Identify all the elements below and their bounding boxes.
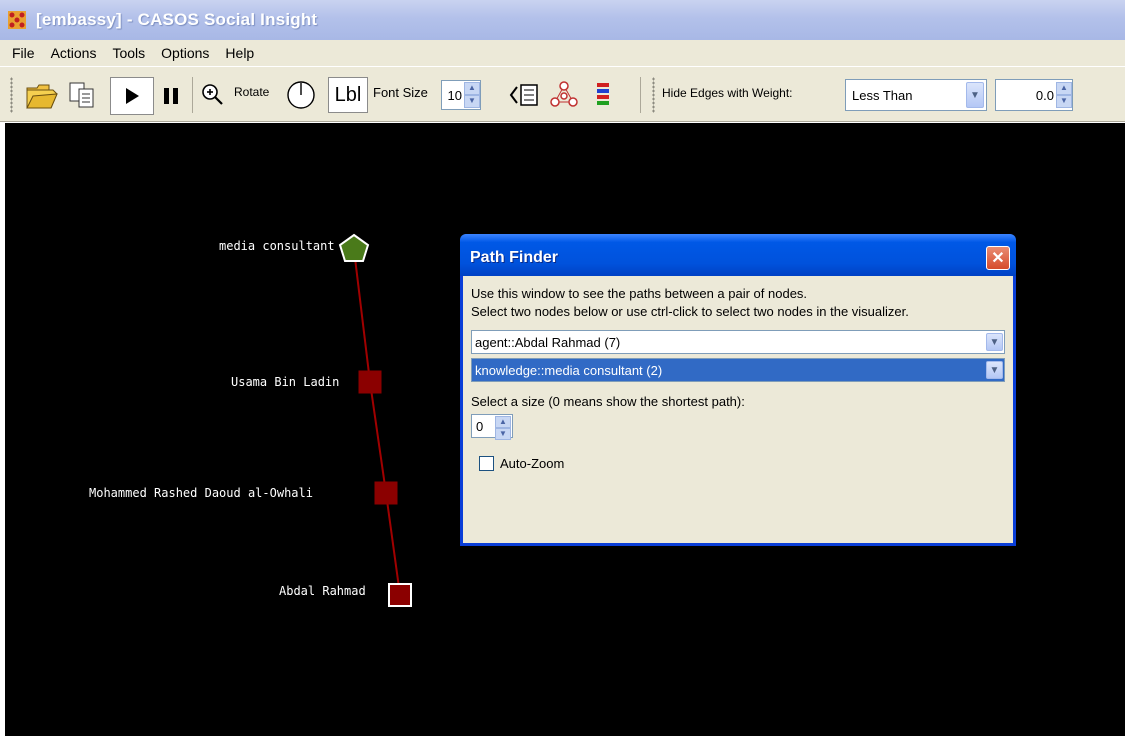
spin-up-icon[interactable]: ▲ [495,416,511,428]
instruction-text: Use this window to see the paths between… [471,286,808,301]
dialog-title-bar[interactable]: Path Finder ✕ [460,234,1016,276]
node-label: Abdal Rahmad [279,584,366,598]
node-label: Usama Bin Ladin [231,375,340,389]
close-icon[interactable]: ✕ [986,246,1010,270]
size-spinner[interactable]: 0 ▲ ▼ [471,414,513,440]
graph-node-square[interactable] [374,481,398,505]
auto-zoom-option[interactable]: Auto-Zoom [479,456,564,471]
auto-zoom-checkbox[interactable] [479,456,494,471]
dialog-title: Path Finder [470,249,559,266]
path-finder-dialog: Path Finder ✕ Use this window to see the… [460,234,1016,546]
graph-edge [354,257,371,383]
graph-node-square[interactable] [358,370,382,394]
graph-edge [385,492,401,596]
graph-node-square-selected[interactable] [388,583,412,607]
size-value: 0 [476,418,484,434]
instruction-text: Select two nodes below or use ctrl-click… [471,304,909,319]
graph-node-pentagon[interactable] [338,233,370,262]
graph-edge [369,381,387,494]
chevron-down-icon[interactable]: ▼ [986,361,1003,379]
node-label: media consultant [219,239,335,253]
node-a-select[interactable]: agent::Abdal Rahmad (7) ▼ [471,330,1005,354]
dialog-body: Use this window to see the paths between… [463,276,1013,543]
size-label: Select a size (0 means show the shortest… [471,394,745,409]
auto-zoom-label: Auto-Zoom [500,456,565,471]
chevron-down-icon[interactable]: ▼ [986,333,1003,351]
node-b-select[interactable]: knowledge::media consultant (2) ▼ [471,358,1005,382]
node-b-value: knowledge::media consultant (2) [475,362,663,378]
node-a-value: agent::Abdal Rahmad (7) [475,334,621,350]
node-label: Mohammed Rashed Daoud al-Owhali [89,486,313,500]
spin-down-icon[interactable]: ▼ [495,428,511,440]
